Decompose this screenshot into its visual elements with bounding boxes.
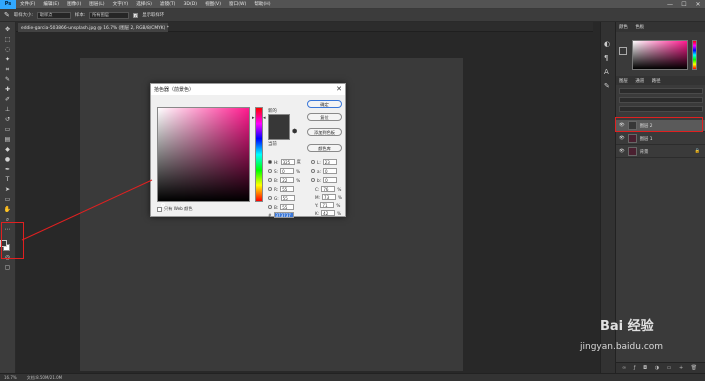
watermark-url: jingyan.baidu.com — [580, 342, 664, 352]
watermark-logo: Bai 经验 — [600, 319, 654, 334]
annotation-line — [21, 179, 153, 241]
